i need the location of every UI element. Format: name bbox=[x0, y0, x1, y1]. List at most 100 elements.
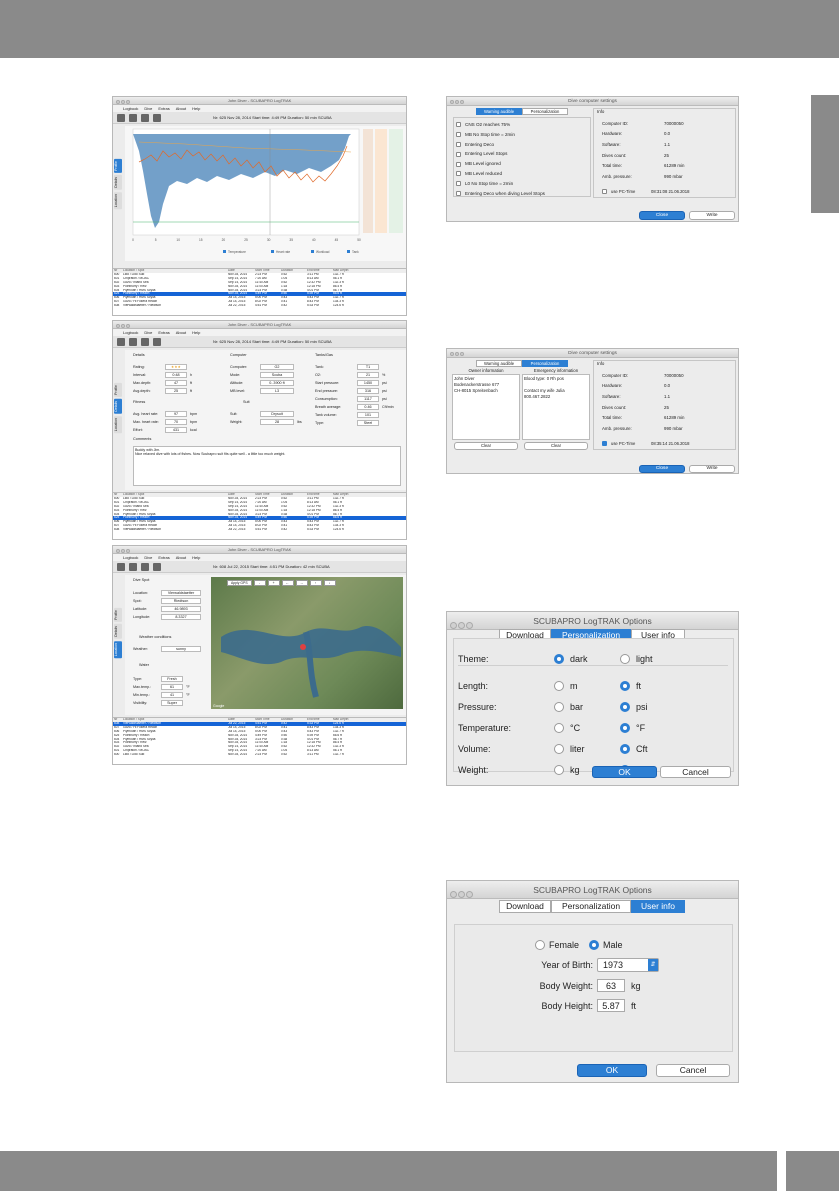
male-radio[interactable] bbox=[589, 940, 600, 950]
fitness-value[interactable]: 70 bbox=[165, 419, 187, 425]
year-select[interactable]: 1973 ⇵ bbox=[597, 958, 659, 972]
theme-row-radio-light[interactable] bbox=[620, 653, 630, 664]
table-row[interactable]: 608 Vierwaldstaetter / Riedtson Jul 22, 20… bbox=[113, 528, 406, 532]
table-row[interactable]: 608 Vierwaldstaetter / Riedtson Jul 22, 20… bbox=[113, 304, 406, 308]
download-icon[interactable] bbox=[117, 114, 125, 122]
spot-value[interactable]: 8.3327 bbox=[161, 614, 201, 620]
unit-row-radio-kg[interactable] bbox=[554, 764, 564, 775]
warning-checkbox[interactable] bbox=[456, 151, 461, 157]
menu-extras[interactable]: Extras bbox=[158, 106, 169, 111]
details-value[interactable]: 0:48 bbox=[165, 372, 187, 378]
pc-time-checkbox[interactable] bbox=[602, 441, 607, 446]
menu-help[interactable]: Help bbox=[192, 555, 200, 560]
unit-row-radio-Cft[interactable] bbox=[620, 743, 630, 754]
window-buttons[interactable] bbox=[450, 617, 474, 635]
unit-row-radio-bar[interactable] bbox=[554, 701, 564, 712]
details-value[interactable]: ★★★ bbox=[165, 364, 187, 370]
tab-details[interactable]: Details bbox=[114, 174, 122, 190]
computer-value[interactable]: 0..3900 ft bbox=[260, 380, 294, 386]
ok-button[interactable]: OK bbox=[577, 1064, 647, 1077]
menu-about[interactable]: About bbox=[176, 106, 186, 111]
warning-checkbox[interactable] bbox=[456, 171, 461, 177]
warning-item[interactable]: CNS O2 reaches 75% bbox=[456, 120, 588, 130]
menu-extras[interactable]: Extras bbox=[158, 555, 169, 560]
warning-item[interactable]: Entering Deco when diving Level Stops bbox=[456, 189, 588, 199]
tanks-value[interactable]: T1 bbox=[357, 364, 379, 370]
tab-location[interactable]: Location bbox=[114, 640, 122, 658]
unit-row-radio-psi[interactable] bbox=[620, 701, 630, 712]
height-input[interactable]: 5.87 bbox=[597, 999, 625, 1012]
warning-checkbox[interactable] bbox=[456, 161, 461, 167]
close-button[interactable]: Close bbox=[639, 211, 685, 220]
menu-dive[interactable]: Dive bbox=[144, 555, 152, 560]
window-buttons[interactable] bbox=[116, 323, 131, 331]
import-icon[interactable] bbox=[129, 563, 137, 571]
map-button[interactable]: ↑ bbox=[309, 580, 322, 586]
tab-user-info[interactable]: User info bbox=[631, 900, 685, 913]
spot-value[interactable]: Vierwaldstaetter bbox=[161, 590, 201, 596]
unit-row-radio-°F[interactable] bbox=[620, 722, 630, 733]
unit-row-radio-m[interactable] bbox=[554, 680, 564, 691]
computer-value[interactable]: L3 bbox=[260, 388, 294, 394]
pc-time-checkbox[interactable] bbox=[602, 189, 607, 194]
download-icon[interactable] bbox=[117, 563, 125, 571]
cancel-button[interactable]: Cancel bbox=[660, 766, 731, 778]
window-buttons[interactable] bbox=[450, 351, 465, 360]
female-radio[interactable] bbox=[535, 940, 545, 950]
settings-icon[interactable] bbox=[141, 338, 149, 346]
tab-warning-audible[interactable]: Warning audible bbox=[476, 360, 522, 367]
tanks-value[interactable]: 21 bbox=[357, 372, 379, 378]
menu-dive[interactable]: Dive bbox=[144, 330, 152, 335]
water-value[interactable]: Fresh bbox=[161, 676, 183, 682]
fitness-value[interactable]: 97 bbox=[165, 411, 187, 417]
tab-download[interactable]: Download bbox=[499, 900, 551, 913]
legend-workload[interactable]: Workload bbox=[316, 250, 330, 254]
map-button[interactable]: ← bbox=[281, 580, 294, 586]
dive-profile-chart[interactable]: 0 5 10 15 20 25 30 35 40 45 50 Temperature Heart r… bbox=[125, 126, 407, 261]
tanks-value[interactable]: 101 bbox=[357, 412, 379, 418]
map-button[interactable]: → bbox=[295, 580, 308, 586]
warning-checkbox[interactable] bbox=[456, 190, 461, 196]
map-button[interactable]: Apply GPS bbox=[227, 580, 252, 586]
tanks-value[interactable]: 1117 bbox=[357, 396, 379, 402]
clear-owner-button[interactable]: Clear bbox=[454, 442, 518, 450]
download-icon[interactable] bbox=[117, 338, 125, 346]
write-button[interactable]: Write bbox=[689, 211, 735, 220]
comments-field[interactable]: Buddy with Jim. Nice relaxed dive with l… bbox=[133, 446, 401, 486]
theme-row-radio-dark[interactable] bbox=[554, 653, 564, 664]
tab-details[interactable]: Details bbox=[114, 398, 122, 414]
warning-checkbox[interactable] bbox=[456, 141, 461, 147]
spot-value[interactable]: Riedtson bbox=[161, 598, 201, 604]
tab-warning-audible[interactable]: Warning audible bbox=[476, 108, 522, 115]
unit-row-radio-liter[interactable] bbox=[554, 743, 564, 754]
warning-item[interactable]: L0 No Stop time = 2min bbox=[456, 179, 588, 189]
settings-icon[interactable] bbox=[141, 114, 149, 122]
clear-emergency-button[interactable]: Clear bbox=[524, 442, 588, 450]
satellite-map[interactable]: Apply GPS - + ← → ↑ ↓ Google bbox=[211, 577, 403, 709]
legend-heart-rate[interactable]: Heart rate bbox=[276, 250, 290, 254]
window-buttons[interactable] bbox=[116, 548, 131, 556]
warning-item[interactable]: Entering Deco bbox=[456, 140, 588, 150]
tanks-value[interactable]: Steel bbox=[357, 420, 379, 426]
weather-value[interactable]: sunny bbox=[161, 646, 201, 652]
computer-value[interactable]: Scuba bbox=[260, 372, 294, 378]
menu-dive[interactable]: Dive bbox=[144, 106, 152, 111]
menu-extras[interactable]: Extras bbox=[158, 330, 169, 335]
warning-item[interactable]: MB Level ignored bbox=[456, 159, 588, 169]
menu-about[interactable]: About bbox=[176, 330, 186, 335]
close-button[interactable]: Close bbox=[639, 465, 685, 473]
warning-item[interactable]: MB No Stop time = 2min bbox=[456, 130, 588, 140]
warning-checkbox[interactable] bbox=[456, 132, 461, 138]
import-icon[interactable] bbox=[129, 114, 137, 122]
map-button[interactable]: + bbox=[267, 580, 280, 586]
menu-help[interactable]: Help bbox=[192, 330, 200, 335]
computer-value[interactable]: G2 bbox=[260, 364, 294, 370]
settings-icon[interactable] bbox=[141, 563, 149, 571]
tab-location[interactable]: Location bbox=[114, 415, 122, 433]
computer-icon[interactable] bbox=[153, 563, 161, 571]
ok-button[interactable]: OK bbox=[592, 766, 657, 778]
warning-checkbox[interactable] bbox=[456, 122, 461, 128]
water-value[interactable]: 41 bbox=[161, 692, 183, 698]
menu-about[interactable]: About bbox=[176, 555, 186, 560]
legend-tank[interactable]: Tank bbox=[352, 250, 359, 254]
